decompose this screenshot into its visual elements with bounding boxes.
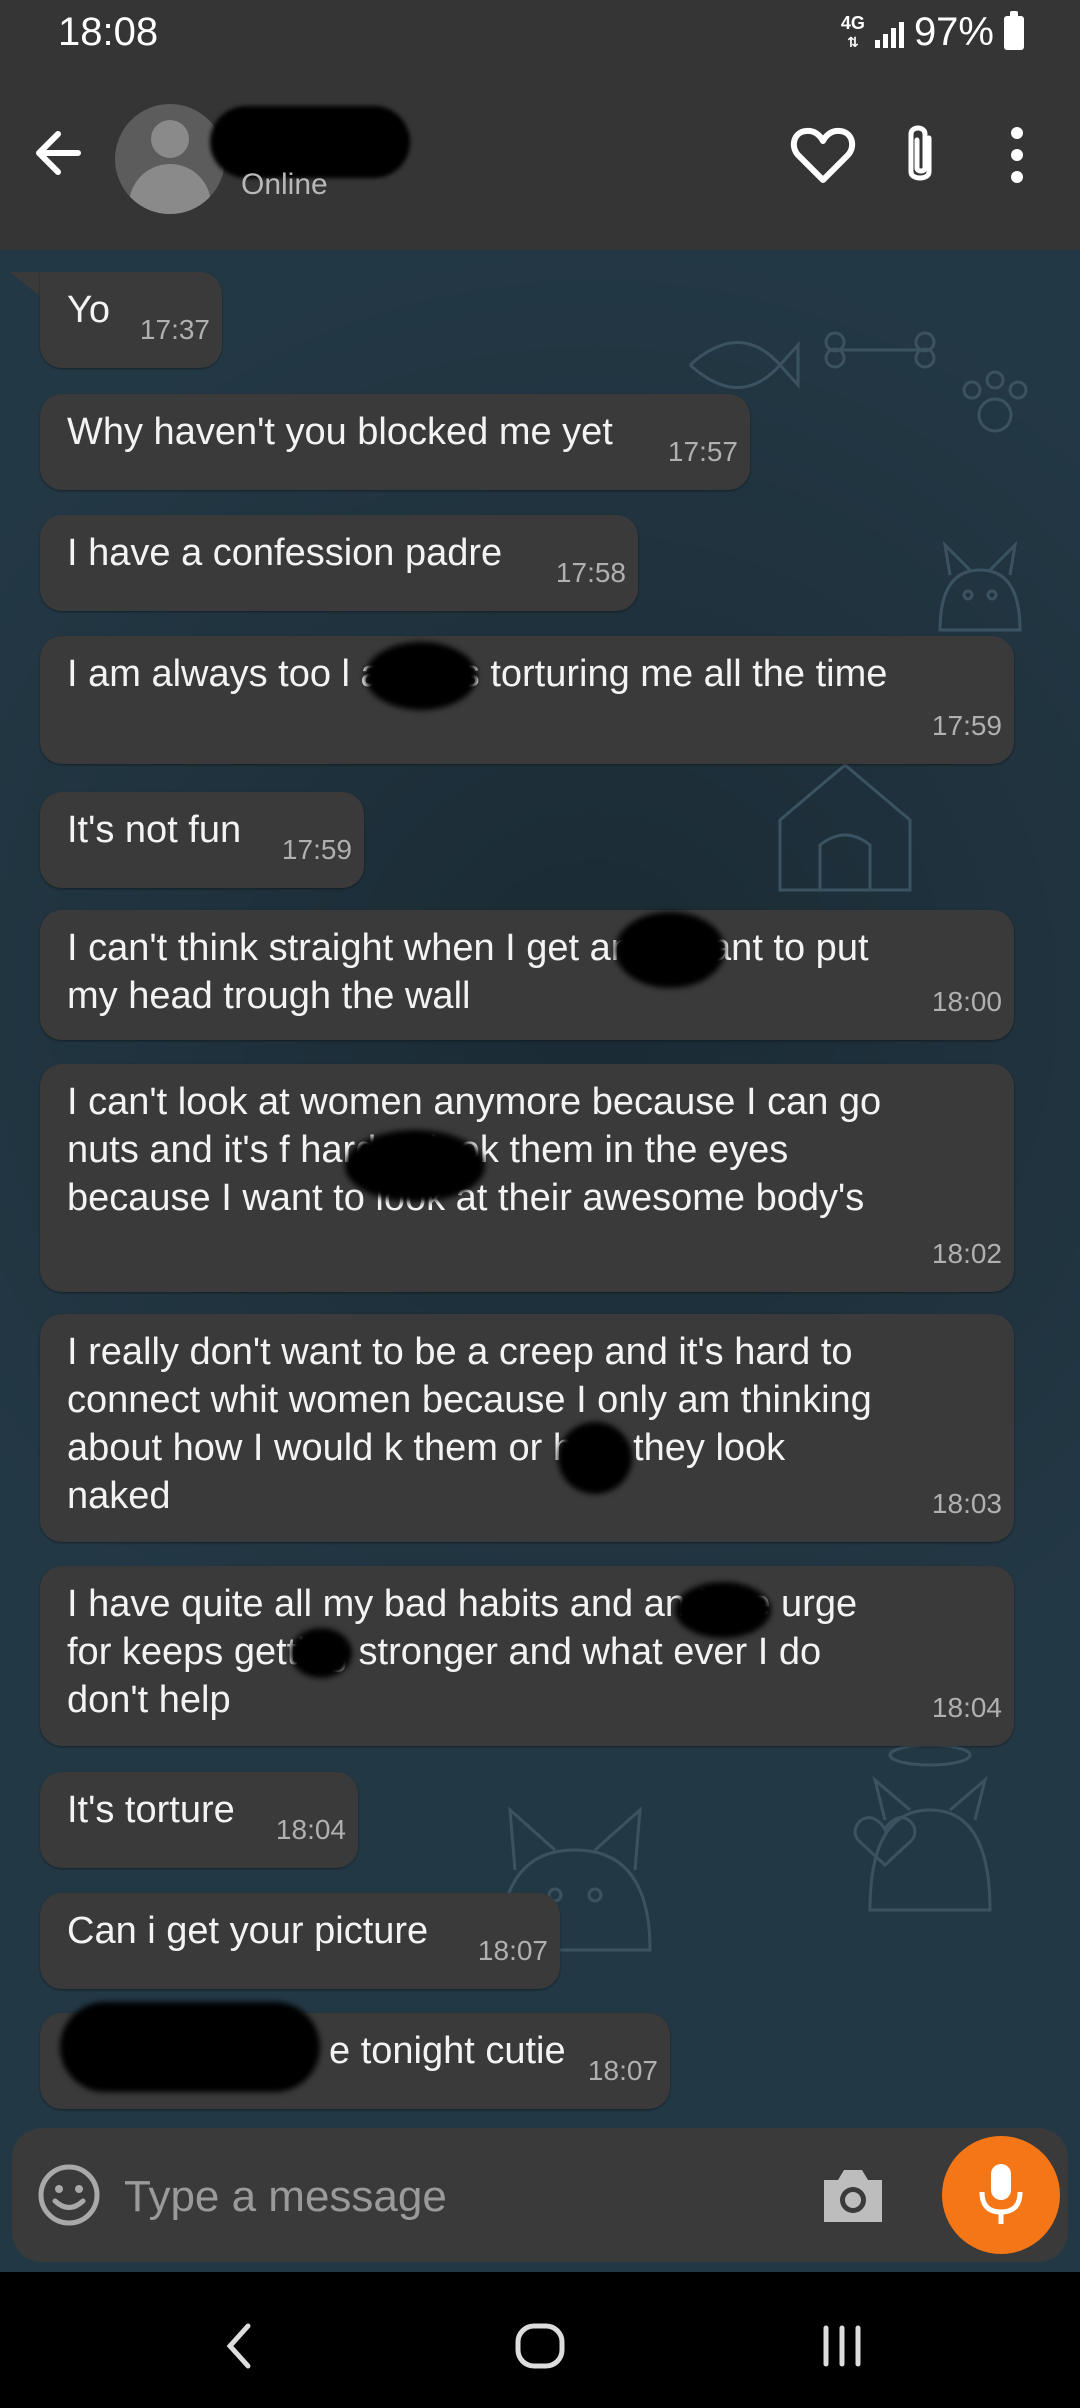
presence-status: Online (241, 168, 328, 201)
message-time: 17:59 (931, 710, 1002, 741)
message-bubble[interactable]: I really don't want to be a creep and it… (40, 1314, 1014, 1542)
message-time: 18:02 (931, 1238, 1002, 1269)
message-text: Can i get your picture (67, 1910, 429, 1952)
nav-back-icon[interactable] (210, 2316, 270, 2376)
nav-recents-icon[interactable] (812, 2316, 872, 2376)
message-time: 17:59 (281, 834, 352, 865)
message-text: I can't think straight when I get and i … (67, 927, 869, 1017)
message-text: I have quite all my bad habits and and t… (67, 1583, 858, 1721)
message-time: 17:57 (667, 436, 738, 467)
cat-doodle-icon (938, 540, 1022, 632)
message-time: 18:03 (931, 1488, 1002, 1519)
network-type: 4G ⇅ (841, 14, 865, 51)
redaction-mark (615, 912, 725, 988)
message-bubble[interactable]: Why haven't you blocked me yet 17:57 (40, 394, 750, 490)
paperclip-icon[interactable] (885, 120, 955, 190)
status-time: 18:08 (58, 10, 159, 54)
emoji-icon[interactable] (36, 2162, 102, 2228)
more-vertical-icon[interactable] (982, 120, 1052, 190)
message-bubble[interactable]: I have a confession padre 17:58 (40, 515, 638, 611)
redaction-mark (290, 1628, 352, 1678)
status-indicators: 4G ⇅ 97% (841, 10, 1024, 55)
message-time: 17:58 (555, 557, 626, 588)
message-composer: Type a message (12, 2128, 1068, 2262)
redaction-mark (365, 642, 477, 710)
system-nav-bar (0, 2272, 1080, 2408)
battery-percent: 97% (913, 10, 994, 54)
chat-header: Online (0, 68, 1080, 250)
message-text: Why haven't you blocked me yet (67, 411, 613, 453)
network-label: 4G (840, 13, 865, 33)
redaction-mark (558, 1422, 632, 1494)
message-time: 17:37 (139, 314, 210, 345)
heart-doodle-icon (853, 1816, 917, 1868)
avatar[interactable] (115, 104, 225, 214)
status-bar: 18:08 4G ⇅ 97% (0, 0, 1080, 68)
message-time: 18:00 (931, 986, 1002, 1017)
message-bubble[interactable]: I am always too l and it's torturing me … (40, 636, 1014, 764)
message-text: I can't look at women anymore because I … (67, 1081, 882, 1219)
heart-outline-icon[interactable] (788, 120, 858, 190)
bubble-tail (10, 272, 42, 298)
redaction-mark (60, 2002, 320, 2092)
paw-doodle-icon (962, 370, 1028, 433)
bone-doodle-icon (824, 331, 936, 369)
data-arrows-icon: ⇅ (847, 34, 859, 50)
mic-button[interactable] (942, 2136, 1060, 2254)
message-input[interactable]: Type a message (124, 2172, 447, 2222)
message-bubble[interactable]: Yo 17:37 (40, 272, 222, 368)
signal-icon (874, 18, 904, 48)
battery-icon (1004, 10, 1024, 50)
microphone-icon (979, 2164, 1023, 2224)
message-bubble[interactable]: It's torture 18:04 (40, 1772, 358, 1868)
message-time: 18:07 (587, 2055, 658, 2086)
message-time: 18:04 (931, 1692, 1002, 1723)
camera-icon[interactable] (818, 2164, 888, 2226)
message-bubble[interactable]: I can't think straight when I get and i … (40, 910, 1014, 1040)
message-text: I am always too l and it's torturing me … (67, 653, 888, 695)
message-text: I really don't want to be a creep and it… (67, 1331, 872, 1517)
message-time: 18:04 (275, 1814, 346, 1845)
redaction-mark (675, 1582, 771, 1638)
message-bubble[interactable]: I can't look at women anymore because I … (40, 1064, 1014, 1292)
redaction-mark (345, 1130, 485, 1202)
arrow-left-icon[interactable] (26, 120, 92, 186)
message-bubble[interactable]: It's not fun 17:59 (40, 792, 364, 888)
doghouse-doodle-icon (778, 763, 912, 892)
message-time: 18:07 (477, 1935, 548, 1966)
message-bubble[interactable]: I have quite all my bad habits and and t… (40, 1566, 1014, 1746)
message-bubble[interactable]: Can i get your picture 18:07 (40, 1893, 560, 1989)
message-text: I have a confession padre (67, 532, 503, 574)
nav-home-icon[interactable] (510, 2316, 570, 2376)
